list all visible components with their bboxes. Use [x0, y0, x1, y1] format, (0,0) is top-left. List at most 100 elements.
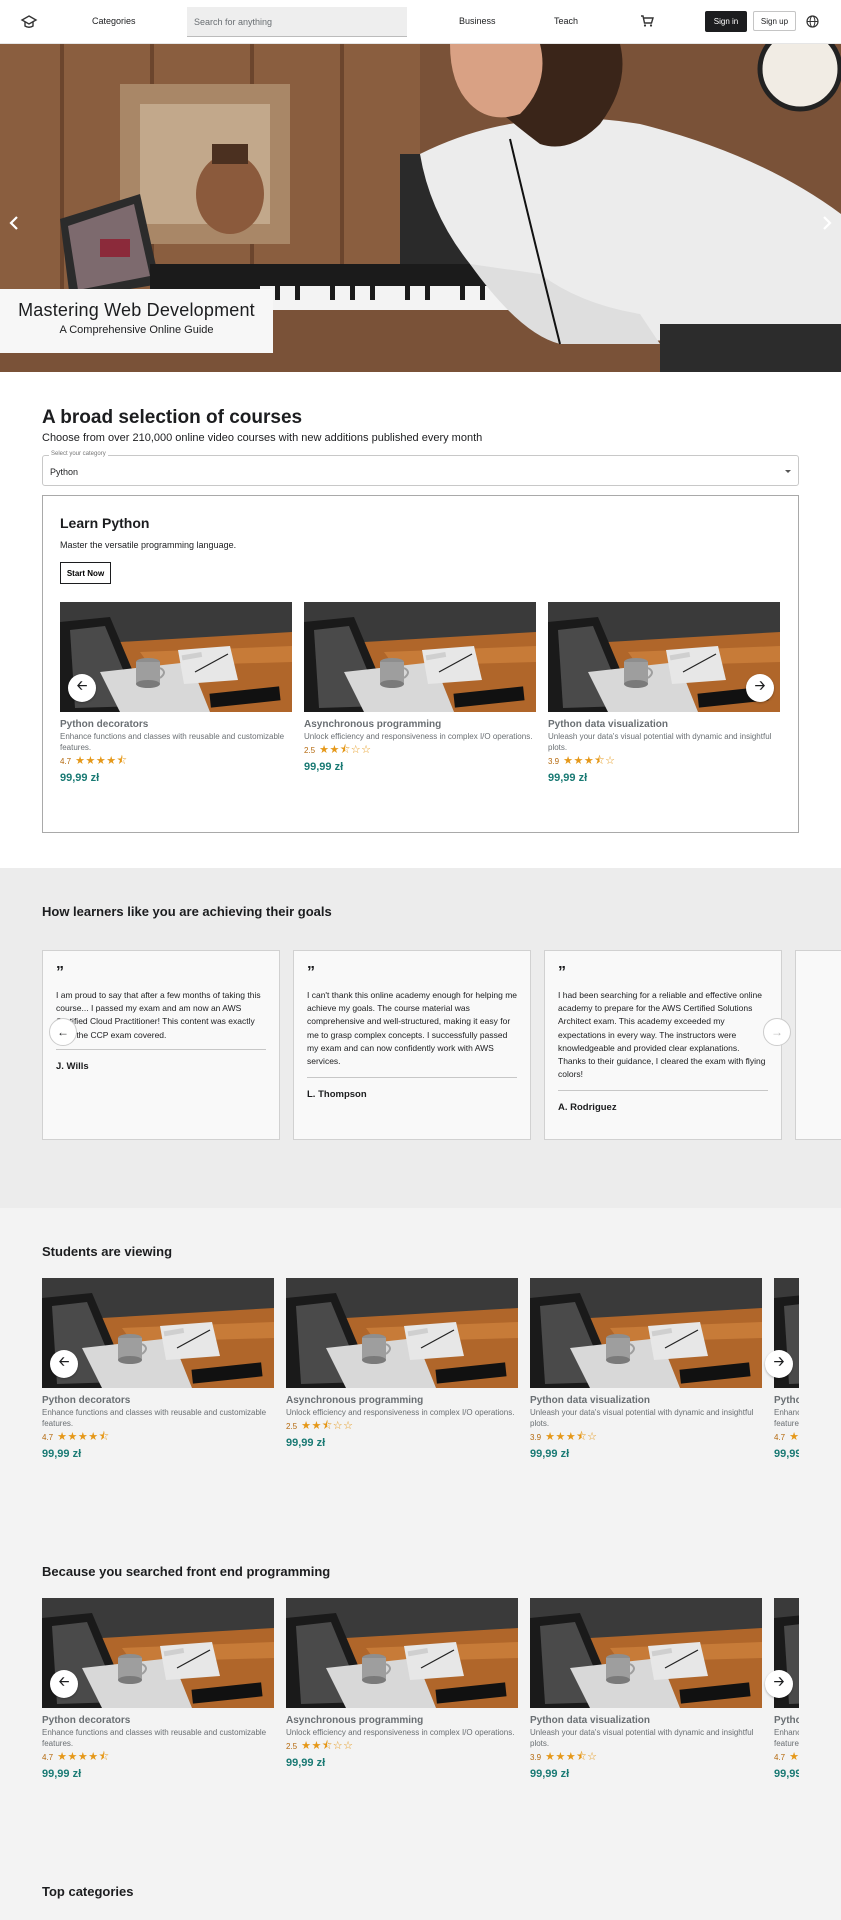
course-rating: 3.9 ★★★⯪☆ [548, 755, 780, 768]
course-description: Unleash your data's visual potential wit… [530, 1408, 754, 1428]
testimonial-text: I am proud to say that after a few month… [56, 990, 261, 1040]
course-thumbnail[interactable] [286, 1598, 518, 1708]
cart-icon[interactable] [640, 14, 654, 28]
course-thumbnail-image [60, 602, 292, 712]
course-title[interactable]: Asynchronous programming [286, 1395, 518, 1406]
because-searched-section: Because you searched front end programmi… [0, 1528, 841, 1848]
logo-icon[interactable] [20, 13, 38, 31]
course-title[interactable]: Python decorators [774, 1395, 799, 1406]
carousel-next-button[interactable]: 🡢 [765, 1670, 793, 1698]
course-thumbnail[interactable] [548, 602, 780, 712]
rating-value: 2.5 [304, 746, 316, 756]
star-rating-icon: ★★★⯪☆ [545, 1751, 598, 1764]
carousel-prev-button[interactable]: 🡠 [50, 1350, 78, 1378]
course-thumbnail-image [304, 602, 536, 712]
hero-next-arrow-icon[interactable] [820, 214, 834, 232]
course-description: Enhance functions and classes with reusa… [42, 1728, 267, 1748]
rating-value: 3.9 [548, 757, 560, 767]
course-price: 99,99 zł [530, 1447, 570, 1460]
testimonial-card [795, 950, 841, 1140]
course-title[interactable]: Asynchronous programming [304, 719, 536, 730]
course-thumbnail-image [548, 602, 780, 712]
hero-title: Mastering Web Development [18, 300, 255, 320]
course-thumbnail-image [286, 1598, 518, 1708]
broad-selection-section: A broad selection of courses Choose from… [0, 372, 841, 868]
course-thumbnail[interactable] [530, 1598, 762, 1708]
course-thumbnail[interactable] [304, 602, 536, 712]
sign-in-button[interactable]: Sign in [705, 11, 747, 32]
nav-business[interactable]: Business [459, 16, 496, 26]
course-rating: 4.7★★★★⯪ [42, 1431, 274, 1444]
testimonial-next-button[interactable]: → [763, 1018, 791, 1046]
course-title[interactable]: Python decorators [774, 1715, 799, 1726]
carousel-prev-button[interactable]: 🡠 [68, 674, 96, 702]
course-title[interactable]: Python data visualization [548, 719, 780, 730]
course-price: 99,99 zł [286, 1756, 326, 1769]
course-rating: 4.7★★★★⯪ [60, 755, 292, 768]
course-thumbnail[interactable] [60, 602, 292, 712]
course-price: 99,99 zł [286, 1436, 326, 1449]
testimonial-prev-button[interactable]: ← [49, 1018, 77, 1046]
divider [558, 1090, 768, 1091]
category-select[interactable]: Select your category Python [42, 451, 799, 486]
course-card[interactable]: Asynchronous programming Unlock efficienc… [286, 1278, 518, 1449]
course-card[interactable]: Asynchronous programming Unlock efficienc… [286, 1598, 518, 1769]
course-description: Unleash your data's visual potential wit… [548, 732, 772, 752]
course-price: 99,99 zł [42, 1767, 82, 1780]
course-price: 99,99 zł [774, 1447, 799, 1460]
star-rating-icon: ★★⯪☆☆ [301, 1420, 354, 1433]
carousel-next-button[interactable]: 🡢 [765, 1350, 793, 1378]
nav-teach[interactable]: Teach [554, 16, 578, 26]
rating-value: 4.7 [774, 1433, 786, 1443]
top-categories-section: Top categories [0, 1848, 841, 1920]
course-card[interactable]: Python data visualization Unleash your da… [530, 1598, 762, 1780]
course-description: Unleash your data's visual potential wit… [530, 1728, 754, 1748]
section-title: Top categories [42, 1884, 134, 1899]
arrow-left-icon: 🡠 [58, 1674, 70, 1689]
course-title[interactable]: Python decorators [42, 1395, 274, 1406]
rating-value: 4.7 [60, 757, 72, 767]
students-viewing-section: Students are viewing Python decorators En… [0, 1208, 841, 1528]
hero-prev-arrow-icon[interactable] [7, 214, 21, 232]
arrow-left-icon: 🡠 [58, 1354, 70, 1369]
category-select-value: Python [50, 467, 79, 477]
rating-value: 3.9 [530, 1433, 542, 1443]
course-rating: 4.7★★★★⯪ [774, 1431, 799, 1444]
nav-categories[interactable]: Categories [92, 16, 136, 26]
course-title[interactable]: Python decorators [42, 1715, 274, 1726]
section-subtitle: Choose from over 210,000 online video co… [42, 432, 483, 444]
course-price: 99,99 zł [530, 1767, 570, 1780]
course-title[interactable]: Python data visualization [530, 1715, 762, 1726]
testimonial-text: I can't thank this online academy enough… [307, 990, 518, 1066]
course-title[interactable]: Python data visualization [530, 1395, 762, 1406]
course-rating: 2.5 ★★⯪☆☆ [286, 1420, 518, 1433]
rating-value: 4.7 [42, 1433, 54, 1443]
course-rating: 3.9 ★★★⯪☆ [530, 1431, 762, 1444]
rating-value: 4.7 [774, 1753, 786, 1763]
star-rating-icon: ★★★⯪☆ [563, 755, 616, 768]
course-card[interactable]: Python data visualization Unleash your da… [530, 1278, 762, 1460]
course-thumbnail[interactable] [42, 1598, 274, 1708]
course-card[interactable]: Python data visualization Unleash your da… [548, 602, 780, 784]
course-title[interactable]: Python decorators [60, 719, 292, 730]
course-thumbnail[interactable] [530, 1278, 762, 1388]
course-card[interactable]: Asynchronous programming Unlock efficienc… [304, 602, 536, 773]
course-rating: 2.5 ★★⯪☆☆ [304, 744, 536, 757]
category-select-label: Select your category [49, 451, 108, 457]
carousel-prev-button[interactable]: 🡠 [50, 1670, 78, 1698]
carousel-next-button[interactable]: 🡢 [746, 674, 774, 702]
rating-value: 2.5 [286, 1742, 298, 1752]
course-thumbnail[interactable] [42, 1278, 274, 1388]
hero-banner: Mastering Web Development A Comprehensiv… [0, 44, 841, 372]
search-input[interactable] [187, 7, 407, 37]
course-thumbnail[interactable] [286, 1278, 518, 1388]
divider [307, 1077, 517, 1078]
sign-up-button[interactable]: Sign up [753, 11, 796, 31]
learn-python-panel: Learn Python Master the versatile progra… [42, 495, 799, 833]
course-rating: 4.7★★★★⯪ [774, 1751, 799, 1764]
globe-icon[interactable] [806, 15, 819, 28]
testimonial-author: L. Thompson [307, 1089, 367, 1100]
course-rating: 3.9 ★★★⯪☆ [530, 1751, 762, 1764]
course-thumbnail-image [530, 1598, 762, 1708]
course-title[interactable]: Asynchronous programming [286, 1715, 518, 1726]
